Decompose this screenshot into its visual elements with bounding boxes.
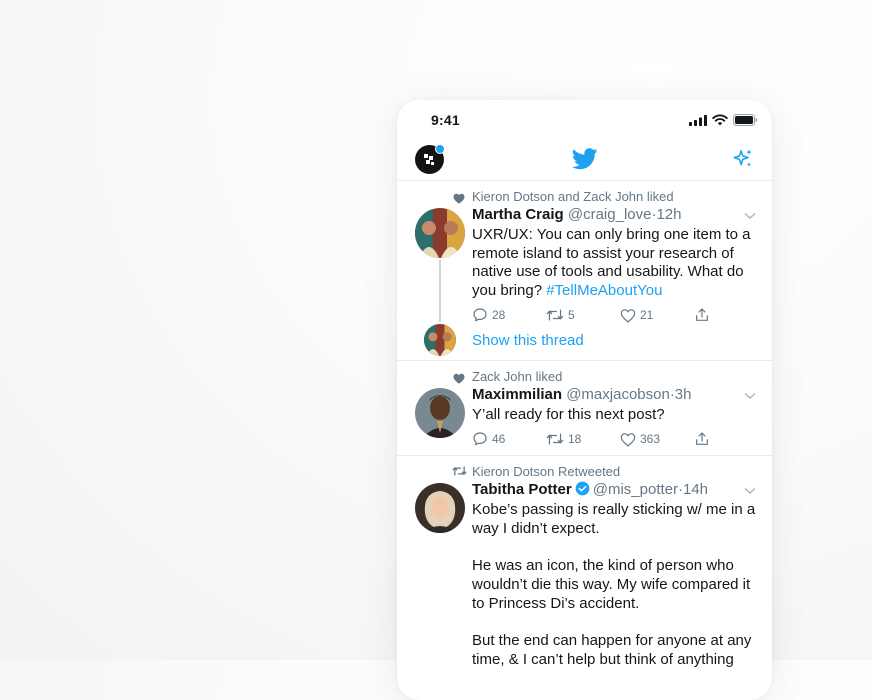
- tweet-text: UXR/UX: You can only bring one item to a…: [472, 226, 757, 301]
- phone-frame: 9:41 Kieron Dotson and Zack John liked M…: [397, 100, 772, 700]
- reply-icon: [473, 308, 487, 322]
- avatar-image-icon: [415, 388, 465, 438]
- verified-badge-icon: [575, 481, 590, 496]
- retweet-icon: [452, 466, 467, 476]
- avatar[interactable]: [415, 388, 465, 438]
- signal-icon: [689, 114, 707, 126]
- thread-line: [439, 260, 441, 322]
- author-line: Maximmilian @maxjacobson·3h: [472, 386, 692, 403]
- twitter-bird-icon: [572, 148, 598, 170]
- heart-icon: [453, 193, 465, 204]
- social-context: Kieron Dotson Retweeted: [472, 464, 621, 479]
- status-time: 9:41: [431, 112, 460, 128]
- action-bar: 46 18 363: [472, 430, 768, 448]
- avatar-image-icon: [415, 483, 465, 533]
- tweet-text: Kobe’s passing is really sticking w/ me …: [472, 501, 756, 668]
- tweet-time: ·14h: [678, 481, 709, 498]
- notification-dot: [435, 144, 445, 154]
- tweet-time: ·12h: [651, 206, 682, 223]
- tweet-text: Y’all ready for this next post?: [472, 406, 665, 423]
- reply-count: 46: [492, 432, 506, 446]
- thread-avatar[interactable]: [424, 324, 456, 356]
- profile-avatar-button[interactable]: [415, 144, 445, 174]
- hashtag-link[interactable]: #TellMeAboutYou: [546, 282, 662, 299]
- author-line: Tabitha Potter @mis_potter·14h: [472, 481, 708, 498]
- profile-logo-icon: [424, 154, 434, 165]
- like-button[interactable]: 21: [620, 308, 694, 323]
- top-nav-bar: [397, 140, 772, 181]
- tweet-maximmilian[interactable]: Zack John liked Maximmilian @maxjacobson…: [397, 361, 772, 456]
- chevron-down-icon[interactable]: [744, 392, 756, 400]
- avatar[interactable]: [415, 483, 465, 533]
- heart-outline-icon: [620, 432, 636, 446]
- retweet-button[interactable]: 18: [546, 431, 620, 447]
- social-context: Kieron Dotson and Zack John liked: [472, 189, 674, 204]
- tweet-time: ·3h: [669, 386, 692, 403]
- avatar-image-icon: [424, 324, 456, 356]
- author-name[interactable]: Tabitha Potter: [472, 481, 572, 498]
- social-context: Zack John liked: [472, 369, 563, 384]
- reply-icon: [473, 432, 487, 446]
- sparkle-icon[interactable]: [732, 148, 754, 170]
- share-icon: [696, 432, 708, 445]
- retweet-icon: [546, 433, 564, 445]
- show-thread-link[interactable]: Show this thread: [472, 332, 584, 349]
- author-handle[interactable]: @craig_love: [568, 206, 652, 223]
- like-button[interactable]: 363: [620, 432, 694, 447]
- heart-outline-icon: [620, 308, 636, 322]
- retweet-count: 18: [568, 432, 582, 446]
- like-count: 21: [640, 308, 654, 322]
- author-name[interactable]: Maximmilian: [472, 386, 562, 403]
- action-bar: 28 5 21: [472, 306, 768, 324]
- like-count: 363: [640, 432, 661, 446]
- author-line: Martha Craig @craig_love·12h: [472, 206, 682, 223]
- retweet-count: 5: [568, 308, 575, 322]
- tweet-tabitha-potter[interactable]: Kieron Dotson Retweeted Tabitha Potter @m…: [397, 456, 772, 700]
- reply-button[interactable]: 46: [472, 431, 546, 447]
- retweet-button[interactable]: 5: [546, 307, 620, 323]
- avatar-image-icon: [415, 208, 465, 258]
- wifi-icon: [712, 114, 728, 126]
- reply-button[interactable]: 28: [472, 307, 546, 323]
- reply-count: 28: [492, 308, 506, 322]
- share-button[interactable]: [694, 431, 768, 447]
- retweet-icon: [546, 309, 564, 321]
- author-name[interactable]: Martha Craig: [472, 206, 564, 223]
- share-icon: [696, 308, 708, 321]
- status-icons: [689, 114, 758, 126]
- author-handle[interactable]: @maxjacobson: [566, 386, 670, 403]
- chevron-down-icon[interactable]: [744, 212, 756, 220]
- chevron-down-icon[interactable]: [744, 487, 756, 495]
- share-button[interactable]: [694, 307, 768, 323]
- battery-icon: [733, 114, 758, 126]
- heart-icon: [453, 373, 465, 384]
- tweet-martha-craig[interactable]: Kieron Dotson and Zack John liked Martha…: [397, 181, 772, 361]
- status-bar: 9:41: [397, 100, 772, 140]
- avatar[interactable]: [415, 208, 465, 258]
- author-handle[interactable]: @mis_potter: [593, 481, 678, 498]
